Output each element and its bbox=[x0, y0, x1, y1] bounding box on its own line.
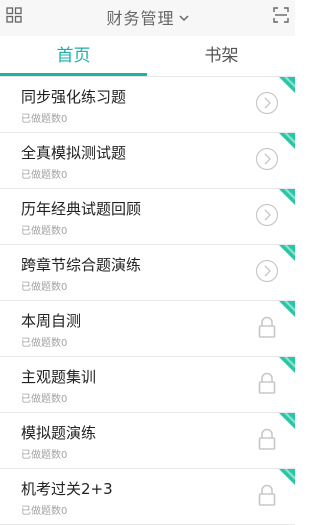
lock-icon bbox=[255, 427, 279, 451]
list-item-title: 机考过关2+3 bbox=[21, 480, 113, 498]
exercise-list: 同步强化练习题 已做题数0 全真模拟测试题 已做题数0 历年经典试题回顾 已做题数0 跨章节… bbox=[0, 77, 295, 525]
tab-bar: 首页 书架 bbox=[0, 36, 295, 77]
list-item[interactable]: 本周自测已做题数0 bbox=[0, 301, 295, 357]
list-item-title: 历年经典试题回顾 bbox=[21, 200, 142, 218]
list-item-count: 已做题数0 bbox=[21, 282, 68, 293]
list-item[interactable]: 机考过关2+3 已做题数0 bbox=[0, 469, 295, 525]
list-item-count: 已做题数0 bbox=[21, 450, 68, 461]
lock-icon bbox=[255, 315, 279, 339]
list-item[interactable]: 历年经典试题回顾已做题数0 bbox=[0, 189, 295, 245]
list-item-title: 同步强化练习题 bbox=[21, 88, 127, 106]
page-title: 财务管理 bbox=[106, 9, 175, 28]
list-item[interactable]: 主观题集训已做题数0 bbox=[0, 357, 295, 413]
list-item-count: 已做题数0 bbox=[21, 170, 68, 181]
list-item-title: 主观题集训 bbox=[21, 368, 97, 386]
chevron-right-icon[interactable] bbox=[255, 203, 279, 227]
scan-icon[interactable] bbox=[273, 7, 289, 23]
list-item[interactable]: 跨章节综合题演练已做题数0 bbox=[0, 245, 295, 301]
list-item-title: 跨章节综合题演练 bbox=[21, 256, 142, 274]
list-item[interactable]: 全真模拟测试题已做题数0 bbox=[0, 133, 295, 189]
list-item-count: 已做题数0 bbox=[21, 114, 68, 125]
tab-home[interactable]: 首页 bbox=[0, 36, 147, 76]
list-item-title: 模拟题演练 bbox=[21, 424, 97, 442]
tab-bookshelf[interactable]: 书架 bbox=[148, 36, 295, 76]
top-bar: 财务管理 bbox=[0, 0, 295, 36]
list-item-count: 已做题数0 bbox=[21, 338, 68, 349]
list-item[interactable]: 同步强化练习题已做题数0 bbox=[0, 77, 295, 133]
subject-selector[interactable]: 财务管理 bbox=[0, 5, 295, 29]
chevron-down-icon bbox=[178, 15, 189, 22]
active-tab-indicator bbox=[0, 73, 147, 76]
list-item-title: 本周自测 bbox=[21, 312, 82, 330]
chevron-right-icon[interactable] bbox=[255, 259, 279, 283]
chevron-right-icon[interactable] bbox=[255, 147, 279, 171]
list-item-count: 已做题数0 bbox=[21, 506, 68, 517]
list-item-title: 全真模拟测试题 bbox=[21, 144, 127, 162]
lock-icon bbox=[255, 371, 279, 395]
list-item-count: 已做题数0 bbox=[21, 394, 68, 405]
list-item-count: 已做题数0 bbox=[21, 226, 68, 237]
chevron-right-icon[interactable] bbox=[255, 91, 279, 115]
list-item[interactable]: 模拟题演练已做题数0 bbox=[0, 413, 295, 469]
lock-icon bbox=[255, 483, 279, 507]
